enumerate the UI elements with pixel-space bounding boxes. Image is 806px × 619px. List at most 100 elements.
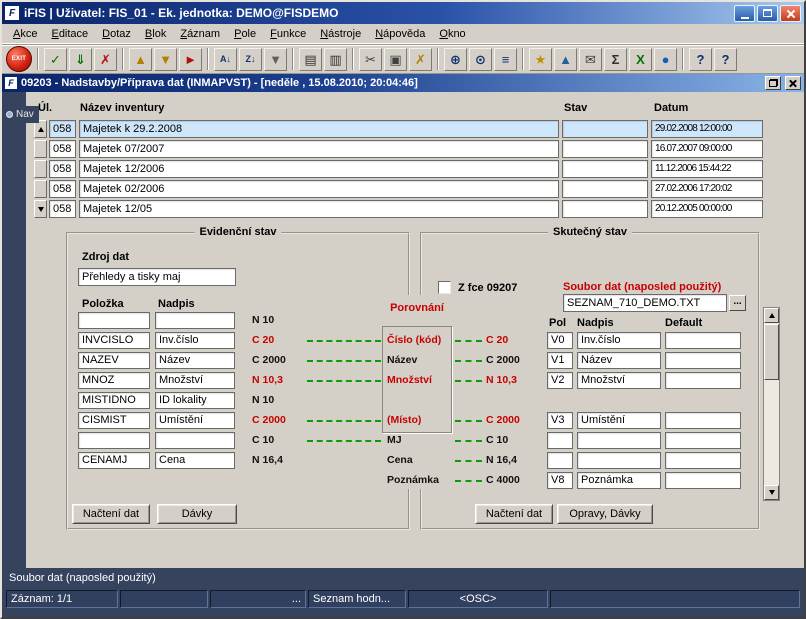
default-field[interactable]	[665, 372, 741, 389]
stav-field[interactable]	[562, 120, 648, 138]
nazev-field[interactable]: Majetek 12/05	[79, 200, 559, 218]
nacteni-dat-button[interactable]: Načtení dat	[72, 504, 150, 524]
pol-nadpis-field[interactable]: Množství	[577, 372, 661, 389]
pol-nadpis-field[interactable]	[577, 432, 661, 449]
close-button[interactable]	[780, 4, 801, 22]
polozka-field[interactable]: MISTIDNO	[78, 392, 150, 409]
nav-panel[interactable]	[2, 92, 26, 568]
pol-field[interactable]	[547, 432, 573, 449]
erase-button[interactable]: ✗	[409, 47, 432, 71]
nadpis-field[interactable]: Cena	[155, 452, 235, 469]
search-button[interactable]: ⊙	[469, 47, 492, 71]
polozka-field[interactable]: MNOZ	[78, 372, 150, 389]
menu-okno[interactable]: Okno	[432, 26, 472, 42]
record-scroll-track[interactable]	[34, 140, 47, 158]
default-field[interactable]	[665, 352, 741, 369]
default-field[interactable]	[665, 412, 741, 429]
menu-dotaz[interactable]: Dotaz	[95, 26, 138, 42]
scrollbar-thumb[interactable]	[764, 324, 779, 380]
nazev-field[interactable]: Majetek 12/2006	[79, 160, 559, 178]
print-preview-button[interactable]: ▥	[324, 47, 347, 71]
default-field[interactable]	[665, 432, 741, 449]
nadpis-field[interactable]: Název	[155, 352, 235, 369]
z-fce-checkbox[interactable]	[438, 281, 451, 294]
datum-field[interactable]: 29.02.2008 12:00:00	[651, 120, 763, 138]
default-field[interactable]	[665, 472, 741, 489]
polozka-field[interactable]	[78, 432, 150, 449]
excel-export-button[interactable]: X	[629, 47, 652, 71]
next-block-button[interactable]: ▼	[154, 47, 177, 71]
settings-button[interactable]: ★	[529, 47, 552, 71]
default-field[interactable]	[665, 332, 741, 349]
polozka-field[interactable]: NAZEV	[78, 352, 150, 369]
maximize-button[interactable]	[757, 4, 778, 22]
polozka-field[interactable]: CISMIST	[78, 412, 150, 429]
menu-nastroje[interactable]: Nástroje	[313, 26, 368, 42]
save-button[interactable]: ⇓	[69, 47, 92, 71]
nadpis-field[interactable]	[155, 432, 235, 449]
polozka-field[interactable]: CENAMJ	[78, 452, 150, 469]
zdroj-dat-field[interactable]: Přehledy a tisky maj	[78, 268, 236, 286]
child-restore-button[interactable]	[765, 76, 781, 90]
print-button[interactable]: ▤	[299, 47, 322, 71]
ul-field[interactable]: 058	[49, 160, 76, 178]
datum-field[interactable]: 20.12.2005 00:00:00	[651, 200, 763, 218]
menu-napoveda[interactable]: Nápověda	[368, 26, 432, 42]
nadpis-field[interactable]: ID lokality	[155, 392, 235, 409]
record-scroll-down-button[interactable]	[34, 200, 47, 218]
copy-button[interactable]: ▣	[384, 47, 407, 71]
filter-button[interactable]: ▼	[264, 47, 287, 71]
pol-field[interactable]: V3	[547, 412, 573, 429]
ul-field[interactable]: 058	[49, 180, 76, 198]
soubor-dat-field[interactable]: SEZNAM_710_DEMO.TXT	[563, 294, 727, 312]
ul-field[interactable]: 058	[49, 140, 76, 158]
nadpis-field[interactable]: Umístění	[155, 412, 235, 429]
stav-field[interactable]	[562, 160, 648, 178]
pol-nadpis-field[interactable]: Poznámka	[577, 472, 661, 489]
browse-button[interactable]: ...	[729, 295, 746, 311]
record-scroll-track[interactable]	[34, 160, 47, 178]
web-button[interactable]: ●	[654, 47, 677, 71]
stav-field[interactable]	[562, 200, 648, 218]
child-close-button[interactable]	[785, 76, 801, 90]
sort-desc-button[interactable]: Z↓	[239, 47, 262, 71]
context-help-button[interactable]: ?	[714, 47, 737, 71]
cut-button[interactable]: ✂	[359, 47, 382, 71]
nav-tab[interactable]: Nav	[2, 106, 39, 123]
mail-button[interactable]: ✉	[579, 47, 602, 71]
pol-field[interactable]: V8	[547, 472, 573, 489]
nazev-field[interactable]: Majetek 02/2006	[79, 180, 559, 198]
previous-block-button[interactable]: ▲	[129, 47, 152, 71]
nazev-field[interactable]: Majetek 07/2007	[79, 140, 559, 158]
polozka-field[interactable]: INVCISLO	[78, 332, 150, 349]
menu-akce[interactable]: Akce	[6, 26, 44, 42]
scrollbar-down-button[interactable]	[764, 485, 779, 500]
list-values-button[interactable]: ≡	[494, 47, 517, 71]
nadpis-field[interactable]	[155, 312, 235, 329]
polozka-field[interactable]	[78, 312, 150, 329]
stav-field[interactable]	[562, 180, 648, 198]
zoom-button[interactable]: ⊕	[444, 47, 467, 71]
stav-field[interactable]	[562, 140, 648, 158]
pol-nadpis-field[interactable]: Umístění	[577, 412, 661, 429]
nazev-field[interactable]: Majetek k 29.2.2008	[79, 120, 559, 138]
help-button[interactable]: ?	[689, 47, 712, 71]
nacteni-dat-button[interactable]: Načtení dat	[475, 504, 553, 524]
menu-pole[interactable]: Pole	[227, 26, 263, 42]
opravy-davky-button[interactable]: Opravy, Dávky	[557, 504, 653, 524]
pol-field[interactable]: V1	[547, 352, 573, 369]
pol-field[interactable]: V2	[547, 372, 573, 389]
menu-funkce[interactable]: Funkce	[263, 26, 313, 42]
datum-field[interactable]: 11.12.2006 15:44:22	[651, 160, 763, 178]
sort-asc-button[interactable]: A↓	[214, 47, 237, 71]
ul-field[interactable]: 058	[49, 200, 76, 218]
scrollbar-up-button[interactable]	[764, 308, 779, 323]
minimize-button[interactable]	[734, 4, 755, 22]
sum-button[interactable]: Σ	[604, 47, 627, 71]
pol-field[interactable]	[547, 452, 573, 469]
ul-field[interactable]: 058	[49, 120, 76, 138]
menu-blok[interactable]: Blok	[138, 26, 173, 42]
pol-nadpis-field[interactable]: Inv.číslo	[577, 332, 661, 349]
default-field[interactable]	[665, 452, 741, 469]
menu-editace[interactable]: Editace	[44, 26, 95, 42]
